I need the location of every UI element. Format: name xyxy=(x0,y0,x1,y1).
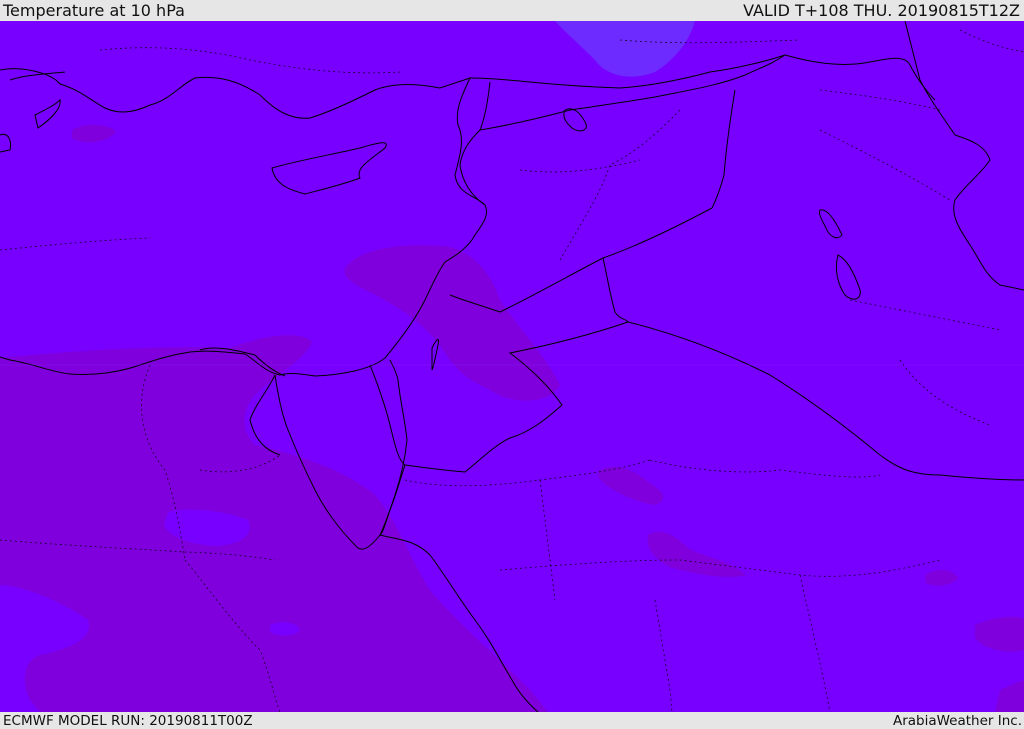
provider-credit: ArabiaWeather Inc. xyxy=(892,712,1022,729)
header-bar: Temperature at 10 hPa VALID T+108 THU. 2… xyxy=(0,0,1024,21)
model-run: ECMWF MODEL RUN: 20190811T00Z xyxy=(3,712,253,729)
valid-time: VALID T+108 THU. 20190815T12Z xyxy=(743,1,1020,20)
temperature-map[interactable] xyxy=(0,21,1024,712)
map-title: Temperature at 10 hPa xyxy=(3,1,185,20)
footer-bar: ECMWF MODEL RUN: 20190811T00Z ArabiaWeat… xyxy=(0,712,1024,729)
